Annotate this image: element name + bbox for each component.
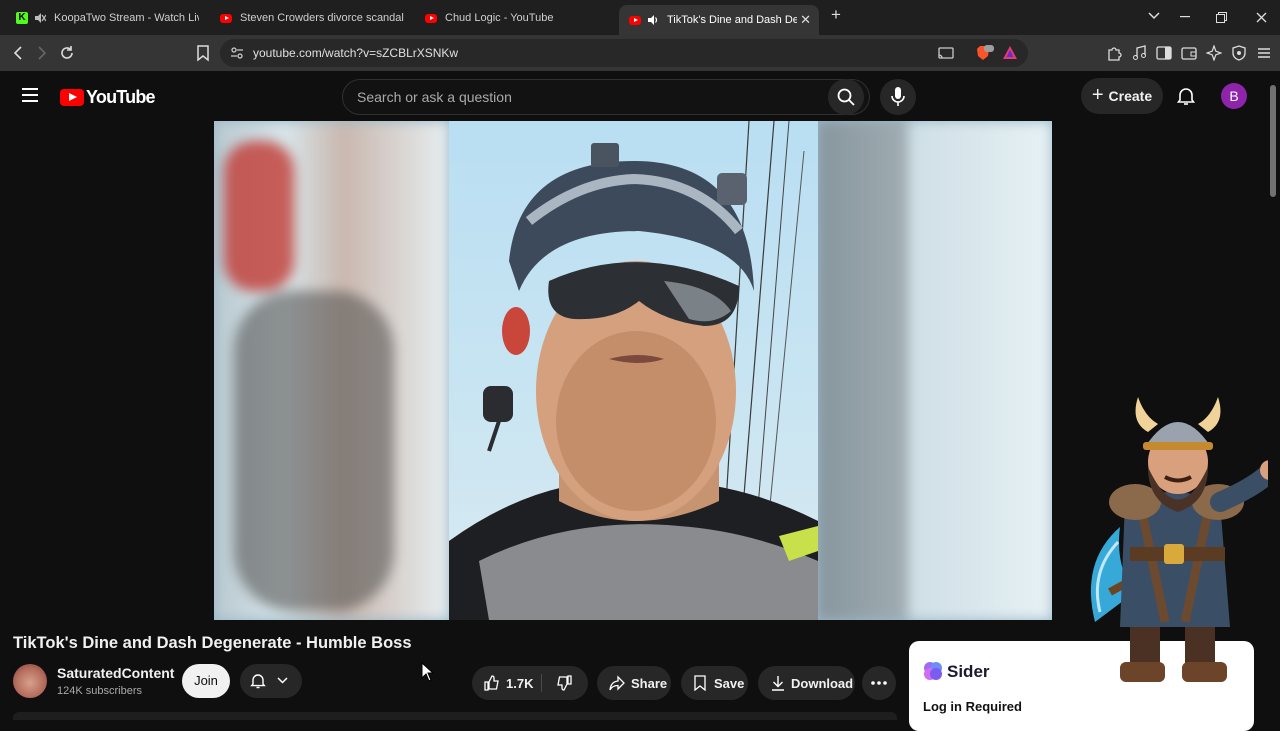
notifications-bell-icon[interactable] bbox=[1176, 86, 1196, 106]
youtube-icon bbox=[629, 15, 641, 25]
muted-speaker-icon bbox=[35, 13, 46, 23]
kick-icon: K bbox=[16, 12, 28, 24]
save-bookmark-icon bbox=[694, 675, 706, 691]
minimize-icon[interactable] bbox=[1180, 16, 1190, 18]
youtube-logo-text: YouTube bbox=[86, 87, 156, 107]
search-placeholder: Search or ask a question bbox=[357, 89, 512, 105]
voice-search-button[interactable] bbox=[880, 79, 916, 115]
video-frame-illustration bbox=[449, 121, 818, 620]
reload-icon[interactable] bbox=[57, 43, 77, 63]
media-music-icon[interactable] bbox=[1131, 45, 1147, 61]
video-blurred-background-left bbox=[214, 121, 449, 620]
share-label: Share bbox=[631, 675, 668, 691]
browser-tab-strip: K KoopaTwo Stream - Watch Live o Steven … bbox=[0, 0, 1280, 35]
video-blurred-background-right bbox=[818, 121, 1052, 620]
back-icon[interactable] bbox=[8, 43, 28, 63]
youtube-play-icon bbox=[60, 89, 84, 106]
channel-name[interactable]: SaturatedContent bbox=[57, 665, 174, 681]
youtube-icon bbox=[425, 13, 437, 23]
browser-tab-tiktok-dine-dash[interactable]: TikTok's Dine and Dash Deger ✕ bbox=[619, 5, 819, 35]
subscribed-notifications-button[interactable] bbox=[240, 664, 302, 698]
site-settings-icon[interactable] bbox=[230, 46, 244, 60]
mouse-cursor bbox=[421, 661, 435, 682]
wallet-icon[interactable] bbox=[1181, 45, 1197, 61]
restore-icon[interactable] bbox=[1216, 12, 1227, 23]
brave-shields-icon[interactable] bbox=[973, 44, 995, 62]
new-tab-button[interactable]: + bbox=[831, 5, 841, 25]
vpn-shield-icon[interactable] bbox=[1231, 45, 1247, 61]
save-label: Save bbox=[714, 675, 745, 691]
like-button[interactable]: 1.7K bbox=[484, 675, 533, 691]
hamburger-menu-icon[interactable] bbox=[22, 88, 38, 102]
browser-tab-steven-crowder[interactable]: Steven Crowders divorce scandal | RE bbox=[210, 5, 410, 31]
page-scrollbar[interactable] bbox=[1268, 71, 1280, 720]
video-player[interactable] bbox=[214, 121, 1052, 620]
tab-title: KoopaTwo Stream - Watch Live o bbox=[54, 12, 199, 24]
bell-icon bbox=[250, 674, 266, 689]
sider-name: Sider bbox=[947, 662, 990, 681]
more-horizontal-icon bbox=[871, 681, 887, 685]
youtube-icon bbox=[220, 13, 232, 23]
scrollbar-thumb[interactable] bbox=[1270, 85, 1276, 197]
sidebar-toggle-icon[interactable] bbox=[1156, 45, 1172, 61]
share-icon bbox=[609, 675, 625, 691]
like-count: 1.7K bbox=[506, 675, 534, 691]
save-button[interactable]: Save bbox=[681, 666, 748, 700]
youtube-logo[interactable]: YouTube bbox=[60, 87, 156, 108]
thumbs-up-icon bbox=[484, 675, 499, 691]
thumbs-down-icon[interactable] bbox=[556, 675, 572, 691]
extensions-puzzle-icon[interactable] bbox=[1106, 45, 1122, 61]
download-label: Download bbox=[791, 675, 854, 691]
create-button[interactable]: + Create bbox=[1081, 78, 1163, 114]
divider bbox=[541, 674, 542, 692]
create-label: Create bbox=[1108, 88, 1153, 104]
youtube-masthead: YouTube Search or ask a question + Creat… bbox=[0, 71, 1280, 121]
sider-login-status[interactable]: Log in Required bbox=[923, 699, 1022, 714]
url-text: youtube.com/watch?v=sZCBLrXSNKw bbox=[253, 46, 459, 60]
download-button[interactable]: Download bbox=[758, 666, 855, 700]
browser-menu-icon[interactable] bbox=[1256, 45, 1272, 61]
address-bar[interactable]: youtube.com/watch?v=sZCBLrXSNKw bbox=[220, 39, 1028, 67]
join-button[interactable]: Join bbox=[182, 664, 230, 698]
like-dislike-group: 1.7K bbox=[472, 666, 588, 700]
cast-icon[interactable] bbox=[938, 47, 954, 60]
description-box[interactable] bbox=[13, 712, 897, 720]
tab-search-chevron-icon[interactable] bbox=[1148, 12, 1160, 20]
viking-mascot-image bbox=[1090, 397, 1280, 682]
search-input[interactable]: Search or ask a question bbox=[342, 79, 870, 115]
plus-icon: + bbox=[1091, 83, 1104, 106]
video-title: TikTok's Dine and Dash Degenerate - Humb… bbox=[13, 634, 412, 652]
close-tab-icon[interactable]: ✕ bbox=[800, 12, 811, 28]
account-avatar[interactable]: B bbox=[1221, 83, 1247, 109]
close-window-icon[interactable] bbox=[1256, 12, 1267, 23]
microphone-icon bbox=[891, 87, 905, 106]
tab-title: Chud Logic - YouTube bbox=[445, 12, 554, 24]
chevron-down-icon bbox=[277, 677, 288, 684]
browser-tab-koopatwo[interactable]: K KoopaTwo Stream - Watch Live o bbox=[6, 5, 206, 31]
sider-logo-icon bbox=[924, 662, 942, 680]
search-icon bbox=[837, 88, 855, 106]
search-button[interactable] bbox=[828, 79, 864, 115]
browser-tab-chud-logic[interactable]: Chud Logic - YouTube bbox=[415, 5, 615, 31]
share-button[interactable]: Share bbox=[597, 666, 671, 700]
forward-icon[interactable] bbox=[32, 43, 52, 63]
brave-rewards-icon[interactable] bbox=[1002, 45, 1018, 61]
subscriber-count: 124K subscribers bbox=[57, 685, 142, 697]
video-frame bbox=[449, 121, 818, 620]
tab-title: TikTok's Dine and Dash Deger bbox=[667, 14, 797, 26]
channel-avatar[interactable] bbox=[13, 664, 47, 698]
download-icon bbox=[772, 676, 784, 691]
speaker-icon bbox=[648, 15, 658, 25]
bookmark-icon[interactable] bbox=[193, 43, 213, 63]
browser-toolbar: youtube.com/watch?v=sZCBLrXSNKw bbox=[0, 35, 1280, 71]
tab-title: Steven Crowders divorce scandal | RE bbox=[240, 12, 405, 24]
more-actions-button[interactable] bbox=[862, 666, 896, 700]
leo-ai-icon[interactable] bbox=[1206, 45, 1222, 61]
